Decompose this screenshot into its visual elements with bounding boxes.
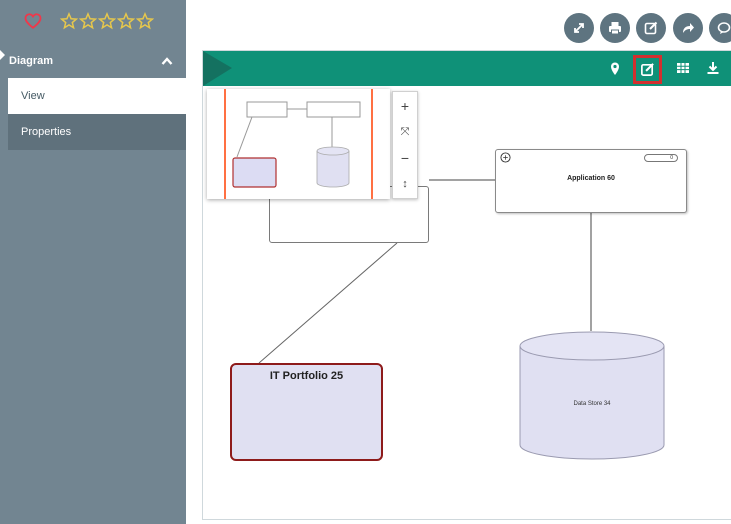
print-icon (609, 22, 621, 35)
node-label: Data Store 34 (573, 401, 611, 407)
sidebar-item-label: Properties (21, 126, 72, 138)
zoom-controls: + ⤧ − ↕ (392, 91, 418, 199)
minimap[interactable] (207, 89, 390, 199)
star-icon[interactable] (98, 12, 116, 30)
application-node[interactable]: 0 Application 60 (495, 149, 687, 213)
edit-icon (641, 63, 654, 76)
sidebar-item-properties[interactable]: Properties (8, 114, 186, 150)
heart-icon[interactable] (24, 12, 42, 30)
star-icon[interactable] (60, 12, 78, 30)
star-icon[interactable] (136, 12, 154, 30)
print-button[interactable] (600, 13, 630, 43)
sidebar-top (8, 10, 154, 32)
reset-zoom-button[interactable]: ↕ (393, 172, 417, 196)
node-label: IT Portfolio 25 (269, 370, 344, 382)
datastore-node[interactable]: Data Store 34 (519, 331, 665, 461)
sidebar-section-title: Diagram (9, 54, 54, 67)
comment-button[interactable] (709, 13, 731, 43)
panel-arrow-icon (203, 51, 232, 86)
download-icon[interactable] (705, 60, 721, 76)
edit-button[interactable] (636, 13, 666, 43)
star-rating[interactable] (60, 12, 154, 30)
portfolio-node[interactable]: IT Portfolio 25 (230, 363, 383, 461)
star-icon[interactable] (79, 12, 97, 30)
connector-line (258, 242, 398, 364)
diagram-toolbar (203, 51, 731, 86)
zoom-out-button[interactable]: − (393, 146, 417, 170)
sidebar-section-header[interactable]: Diagram (0, 45, 186, 76)
database-cylinder-icon (519, 331, 665, 460)
comment-icon (717, 22, 731, 34)
edit-icon (644, 21, 658, 35)
node-badge: 0 (644, 154, 678, 162)
component-icon (500, 152, 511, 163)
zoom-in-button[interactable]: + (393, 94, 417, 118)
diagram-panel: 0 Application 60 IT Portfolio 25 Data St… (202, 50, 731, 520)
minimap-preview (224, 89, 373, 199)
share-icon (683, 23, 694, 33)
expand-icon (574, 23, 584, 33)
expand-button[interactable] (564, 13, 594, 43)
location-pin-icon[interactable] (607, 60, 623, 76)
star-icon[interactable] (117, 12, 135, 30)
diagram-canvas[interactable]: 0 Application 60 IT Portfolio 25 Data St… (203, 86, 731, 519)
share-button[interactable] (673, 13, 703, 43)
sidebar-item-label: View (21, 90, 45, 102)
diagram-edit-button[interactable] (633, 55, 662, 84)
fit-to-screen-button[interactable]: ⤧ (393, 120, 417, 144)
sidebar: Diagram View Properties (0, 0, 186, 524)
node-label: Application 60 (567, 175, 615, 182)
grid-icon[interactable] (675, 60, 691, 76)
chevron-up-icon[interactable] (161, 56, 173, 66)
sidebar-item-view[interactable]: View (8, 78, 186, 114)
